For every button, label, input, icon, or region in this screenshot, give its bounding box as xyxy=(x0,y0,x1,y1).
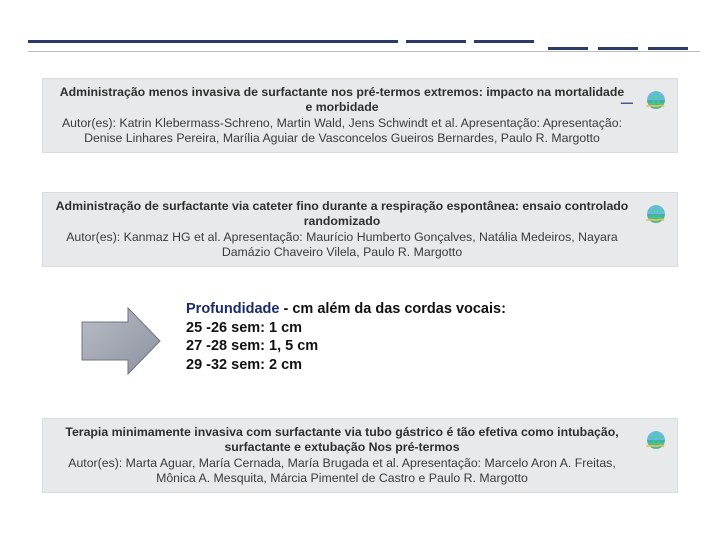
depth-line-2: 27 -28 sem: 1, 5 cm xyxy=(186,338,318,354)
card-title: Administração menos invasiva de surfacta… xyxy=(55,85,629,116)
card-authors: Autor(es): Marta Aguar, María Cernada, M… xyxy=(55,456,629,487)
header-rule xyxy=(28,40,700,62)
depth-heading-rest: - cm além da das cordas vocais: xyxy=(279,301,505,317)
reference-card-3: Terapia minimamente invasiva com surfact… xyxy=(42,418,678,493)
card-authors: Autor(es): Kanmaz HG et al. Apresentação… xyxy=(55,230,629,261)
depth-line-1: 25 -26 sem: 1 cm xyxy=(186,320,302,336)
arrow-icon xyxy=(76,306,162,376)
minus-glyph: – xyxy=(621,91,633,113)
card-title: Administração de surfactante via cateter… xyxy=(55,199,629,230)
globe-icon xyxy=(643,427,669,453)
card-title: Terapia minimamente invasiva com surfact… xyxy=(55,425,629,456)
depth-line-3: 29 -32 sem: 2 cm xyxy=(186,357,302,373)
depth-guidelines: Profundidade - cm além da das cordas voc… xyxy=(186,300,546,374)
globe-icon xyxy=(643,201,669,227)
reference-card-1: – Administração menos invasiva de surfac… xyxy=(42,78,678,153)
globe-icon xyxy=(643,87,669,113)
reference-card-2: Administração de surfactante via cateter… xyxy=(42,192,678,267)
card-authors: Autor(es): Katrin Klebermass-Schreno, Ma… xyxy=(55,116,629,147)
depth-heading-word: Profundidade xyxy=(186,301,279,317)
